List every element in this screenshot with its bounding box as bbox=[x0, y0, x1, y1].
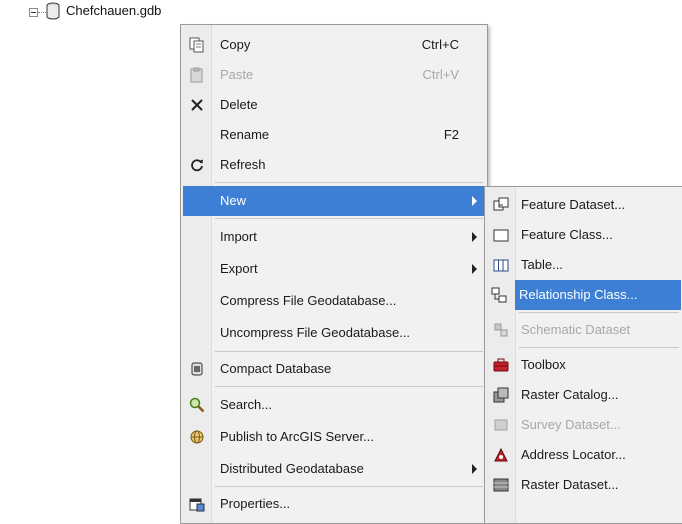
menu-item-refresh[interactable]: Refresh bbox=[183, 150, 485, 180]
menu-item-label: Export bbox=[220, 261, 258, 276]
menu-item-label: Refresh bbox=[220, 157, 266, 172]
menu-item-label: Raster Dataset... bbox=[521, 477, 619, 492]
submenu-item-feature-class[interactable]: Feature Class... bbox=[487, 220, 681, 250]
menu-separator bbox=[519, 312, 679, 313]
submenu-item-raster-dataset[interactable]: Raster Dataset... bbox=[487, 470, 681, 500]
menu-separator bbox=[215, 218, 483, 219]
menu-item-label: Compress File Geodatabase... bbox=[220, 293, 397, 308]
menu-separator bbox=[215, 486, 483, 487]
menu-item-label: Copy bbox=[220, 37, 251, 52]
menu-item-label: Relationship Class... bbox=[519, 287, 638, 302]
menu-separator bbox=[215, 182, 483, 183]
copy-icon bbox=[189, 37, 204, 53]
menu-item-publish[interactable]: Publish to ArcGIS Server... bbox=[183, 422, 485, 452]
tree-node-label: Chefchauen.gdb bbox=[66, 3, 162, 18]
catalog-tree-node[interactable]: Chefchauen.gdb bbox=[0, 0, 260, 26]
survey-dataset-icon bbox=[494, 419, 508, 431]
submenu-item-survey-dataset[interactable]: Survey Dataset... bbox=[487, 410, 681, 440]
menu-item-label: Address Locator... bbox=[521, 447, 626, 462]
menu-item-paste[interactable]: Paste Ctrl+V bbox=[183, 60, 485, 90]
submenu-item-table[interactable]: Table... bbox=[487, 250, 681, 280]
menu-item-label: Publish to ArcGIS Server... bbox=[220, 429, 374, 444]
menu-item-label: Search... bbox=[220, 397, 273, 412]
menu-item-label: Feature Class... bbox=[521, 227, 613, 242]
menu-item-compact-database[interactable]: Compact Database bbox=[183, 354, 485, 384]
menu-item-shortcut: F2 bbox=[443, 127, 459, 142]
menu-item-label: Rename bbox=[220, 127, 270, 142]
menu-item-properties[interactable]: Properties... bbox=[183, 489, 485, 519]
menu-item-label: Compact Database bbox=[220, 361, 332, 376]
menu-item-compress[interactable]: Compress File Geodatabase... bbox=[183, 286, 485, 316]
submenu-item-relationship-class[interactable]: Relationship Class... bbox=[491, 280, 681, 310]
relationship-class-icon bbox=[491, 287, 507, 303]
submenu-item-feature-dataset[interactable]: Feature Dataset... bbox=[487, 190, 681, 220]
menu-item-label: Distributed Geodatabase bbox=[220, 461, 364, 476]
submenu-arrow-icon bbox=[472, 232, 477, 242]
menu-item-label: Delete bbox=[220, 97, 258, 112]
menu-item-label: Feature Dataset... bbox=[521, 197, 626, 212]
menu-item-label: Survey Dataset... bbox=[521, 417, 621, 432]
menu-item-label: Toolbox bbox=[521, 357, 566, 372]
menu-item-distributed-geodatabase[interactable]: Distributed Geodatabase bbox=[183, 454, 485, 484]
menu-item-label: Import bbox=[220, 229, 257, 244]
geodatabase-icon bbox=[46, 2, 60, 20]
new-submenu: Feature Dataset... Feature Class... Tabl… bbox=[484, 186, 682, 524]
menu-item-label: Raster Catalog... bbox=[521, 387, 619, 402]
raster-catalog-icon bbox=[493, 387, 509, 403]
menu-separator bbox=[215, 386, 483, 387]
collapse-icon[interactable] bbox=[29, 8, 38, 17]
menu-item-label: New bbox=[220, 193, 247, 208]
toolbox-icon bbox=[493, 358, 509, 372]
submenu-item-raster-catalog[interactable]: Raster Catalog... bbox=[487, 380, 681, 410]
menu-item-label: Table... bbox=[521, 257, 563, 272]
properties-icon bbox=[189, 498, 205, 512]
feature-dataset-icon bbox=[493, 197, 509, 211]
menu-item-delete[interactable]: Delete bbox=[183, 90, 485, 120]
paste-icon bbox=[190, 67, 203, 83]
publish-icon bbox=[190, 430, 204, 444]
menu-item-search[interactable]: Search... bbox=[183, 390, 485, 420]
menu-separator bbox=[519, 347, 679, 348]
menu-item-export[interactable]: Export bbox=[183, 254, 485, 284]
menu-separator bbox=[215, 351, 483, 352]
tree-connector bbox=[38, 12, 46, 13]
refresh-icon bbox=[191, 159, 203, 172]
menu-item-shortcut: Ctrl+V bbox=[422, 67, 459, 82]
menu-item-label: Properties... bbox=[220, 496, 291, 511]
compact-database-icon bbox=[191, 362, 203, 376]
menu-item-label: Uncompress File Geodatabase... bbox=[220, 325, 411, 340]
menu-item-copy[interactable]: Copy Ctrl+C bbox=[183, 30, 485, 60]
feature-class-icon bbox=[493, 229, 509, 242]
submenu-arrow-icon bbox=[472, 264, 477, 274]
submenu-item-schematic-dataset[interactable]: Schematic Dataset bbox=[487, 315, 681, 345]
menu-item-label: Schematic Dataset bbox=[521, 322, 631, 337]
raster-dataset-icon bbox=[493, 478, 509, 492]
menu-item-import[interactable]: Import bbox=[183, 222, 485, 252]
menu-item-uncompress[interactable]: Uncompress File Geodatabase... bbox=[183, 318, 485, 348]
address-locator-icon bbox=[494, 447, 508, 462]
menu-item-rename[interactable]: Rename F2 bbox=[183, 120, 485, 150]
search-icon bbox=[189, 397, 205, 413]
submenu-arrow-icon bbox=[472, 464, 477, 474]
menu-item-new[interactable]: New bbox=[183, 186, 485, 216]
delete-icon bbox=[191, 99, 203, 111]
submenu-arrow-icon bbox=[472, 196, 477, 206]
table-icon bbox=[493, 259, 509, 272]
context-menu: Copy Ctrl+C Paste Ctrl+V Delete Rename F… bbox=[180, 24, 488, 524]
schematic-dataset-icon bbox=[494, 323, 508, 337]
menu-item-shortcut: Ctrl+C bbox=[421, 37, 459, 52]
submenu-item-toolbox[interactable]: Toolbox bbox=[487, 350, 681, 380]
menu-item-label: Paste bbox=[220, 67, 254, 82]
submenu-item-address-locator[interactable]: Address Locator... bbox=[487, 440, 681, 470]
